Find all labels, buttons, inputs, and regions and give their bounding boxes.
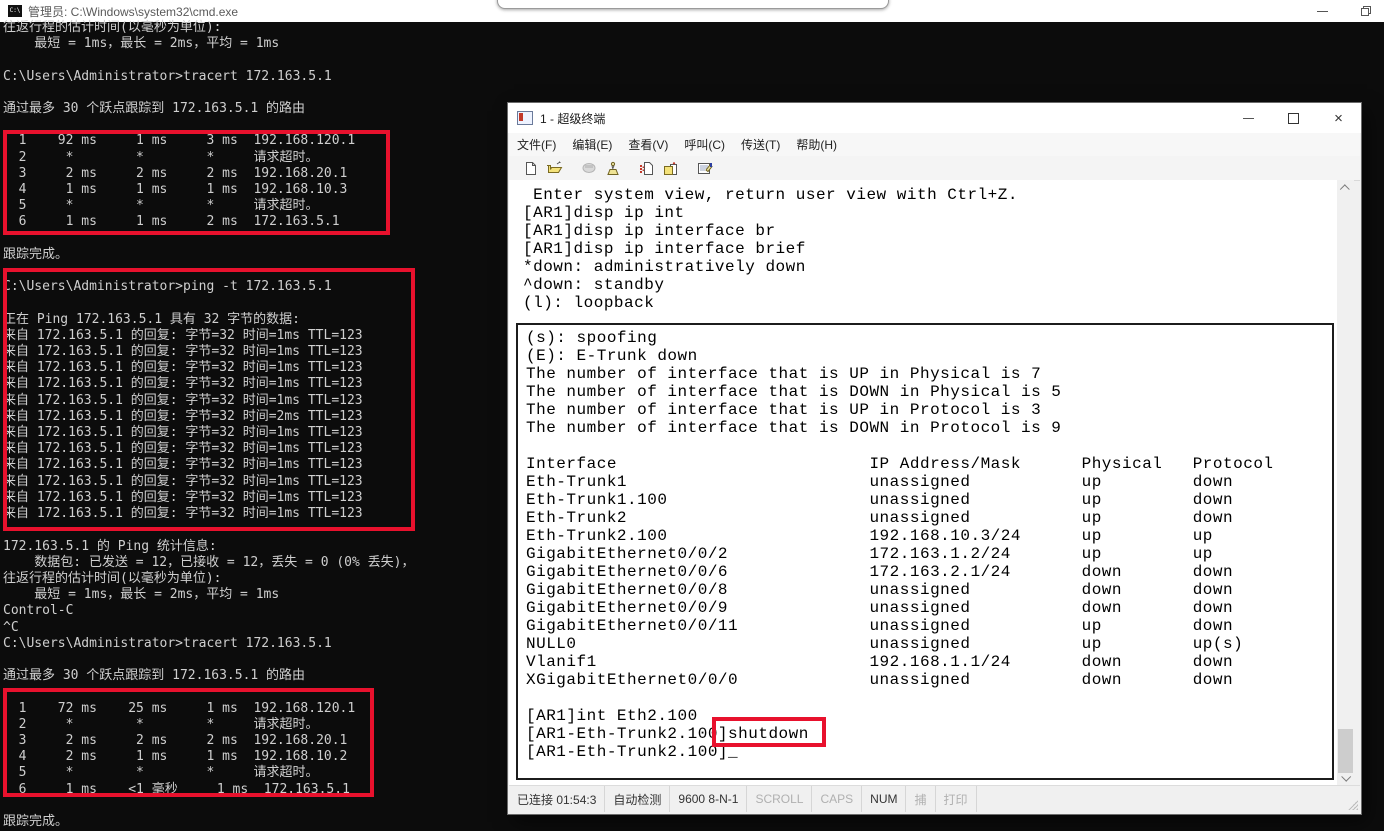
- annotation-box-shutdown: [712, 717, 826, 747]
- terminal-toolbar: [509, 156, 1360, 181]
- minimize-icon: [1243, 118, 1254, 119]
- status-scroll-lock: SCROLL: [747, 786, 812, 812]
- minimize-icon: [1317, 11, 1328, 12]
- hyperterminal-minimize-button[interactable]: [1226, 103, 1271, 133]
- maximize-icon: [1288, 113, 1299, 124]
- annotation-box-tracert2: [3, 688, 374, 797]
- cmd-restore-button[interactable]: [1344, 0, 1384, 22]
- disconnect-phone-icon: [605, 161, 621, 176]
- disconnect-button[interactable]: [601, 157, 625, 179]
- resize-grip[interactable]: [1348, 800, 1358, 810]
- status-caps-lock: CAPS: [812, 786, 862, 812]
- hyperterminal-window: 1 - 超级终端 × 文件(F)编辑(E)查看(V)呼叫(C)传送(T)帮助(H…: [508, 103, 1361, 814]
- hyperterminal-maximize-button[interactable]: [1271, 103, 1316, 133]
- chevron-down-icon: [1341, 772, 1351, 782]
- status-capture: 捕: [906, 786, 935, 812]
- hyperterminal-icon: [517, 111, 533, 125]
- properties-button[interactable]: [693, 157, 717, 179]
- annotation-box-tracert1: [3, 130, 390, 235]
- new-connection-icon: [524, 161, 538, 176]
- cmd-window-title: 管理员: C:\Windows\system32\cmd.exe: [28, 3, 238, 20]
- status-connected: 已连接 01:54:3: [509, 786, 605, 812]
- cmd-minimize-button[interactable]: [1300, 0, 1344, 22]
- annotation-box-ping: [3, 268, 415, 531]
- hyperterminal-title: 1 - 超级终端: [540, 110, 605, 127]
- chevron-up-icon: [1340, 184, 1350, 194]
- cmd-icon: C:\: [8, 5, 22, 17]
- open-folder-icon: [547, 161, 564, 175]
- call-button-disabled[interactable]: [577, 157, 601, 179]
- receive-file-icon: [663, 161, 680, 176]
- scrollbar-up-button[interactable]: [1337, 180, 1354, 197]
- call-phone-icon: [581, 162, 597, 174]
- scrollbar-thumb[interactable]: [1338, 729, 1353, 773]
- status-num-lock: NUM: [862, 786, 906, 812]
- menu-item-1[interactable]: 编辑(E): [564, 133, 620, 156]
- properties-icon: [697, 161, 713, 176]
- menu-item-0[interactable]: 文件(F): [509, 133, 564, 156]
- terminal-screen-area[interactable]: Enter system view, return user view with…: [509, 180, 1354, 786]
- scrollbar-down-button[interactable]: [1337, 769, 1354, 786]
- send-file-icon: [639, 161, 655, 176]
- statusbar-spacer: [977, 786, 1360, 812]
- open-button[interactable]: [543, 157, 567, 179]
- receive-file-button[interactable]: [659, 157, 683, 179]
- menu-item-5[interactable]: 帮助(H): [788, 133, 845, 156]
- new-connection-button[interactable]: [519, 157, 543, 179]
- terminal-menubar: 文件(F)编辑(E)查看(V)呼叫(C)传送(T)帮助(H): [509, 133, 1360, 157]
- terminal-screen-box: (s): spoofing (E): E-Trunk down The numb…: [516, 323, 1334, 780]
- restore-icon: [1360, 5, 1372, 17]
- menu-item-3[interactable]: 呼叫(C): [676, 133, 733, 156]
- send-file-button[interactable]: [635, 157, 659, 179]
- terminal-scrollbar[interactable]: [1337, 180, 1354, 786]
- menu-item-2[interactable]: 查看(V): [620, 133, 676, 156]
- desktop: { "annotation_color": "#e8112d", "cmd": …: [0, 0, 1384, 831]
- hyperterminal-titlebar[interactable]: 1 - 超级终端 ×: [508, 103, 1361, 133]
- terminal-screen-text: (s): spoofing (E): E-Trunk down The numb…: [518, 325, 1332, 761]
- status-baud-rate: 9600 8-N-1: [670, 786, 747, 812]
- menu-item-4[interactable]: 传送(T): [733, 133, 788, 156]
- close-icon: ×: [1334, 110, 1343, 127]
- terminal-scrollback: Enter system view, return user view with…: [523, 186, 1018, 312]
- hyperterminal-close-button[interactable]: ×: [1316, 103, 1361, 133]
- background-window-edge[interactable]: [497, 0, 889, 9]
- status-autodetect: 自动检测: [605, 786, 670, 812]
- terminal-statusbar: 已连接 01:54:3 自动检测 9600 8-N-1 SCROLL CAPS …: [509, 785, 1360, 812]
- status-print-echo: 打印: [936, 786, 977, 812]
